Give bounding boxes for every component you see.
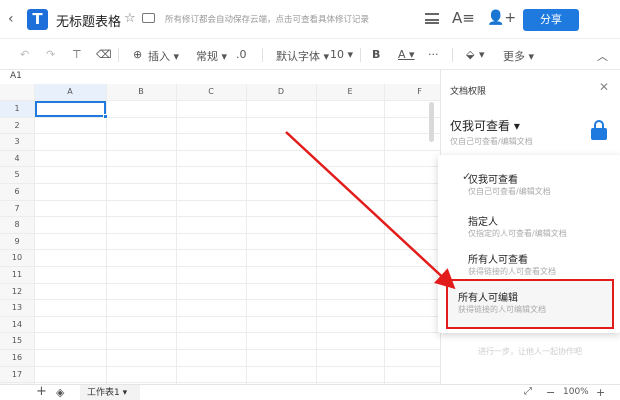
row-header[interactable]: 10 <box>0 250 34 267</box>
row-header[interactable]: 9 <box>0 234 34 251</box>
option-desc: 获得链接的人可查看文档 <box>468 267 556 276</box>
more-menu[interactable]: 更多 ▾ <box>503 48 534 64</box>
document-title[interactable]: 无标题表格 <box>56 11 121 30</box>
bottom-bar: + ◈ 工作表1 ▾ ⤢ − 100% + <box>0 384 620 400</box>
row-header[interactable]: 4 <box>0 151 34 168</box>
grid-lines <box>0 84 440 384</box>
decimal-button[interactable]: .0 <box>236 48 247 61</box>
fill-color-dropdown[interactable]: ▾ <box>479 48 485 61</box>
divider <box>118 48 119 62</box>
save-status-note[interactable]: 所有修订都会自动保存云端，点击可查看具体修订记录 <box>165 13 369 25</box>
font-size-select[interactable]: 10 ▾ <box>330 48 353 61</box>
check-icon: ✓ <box>462 170 472 183</box>
fill-handle[interactable] <box>103 114 108 119</box>
option-label: 仅我可查看 <box>468 175 518 186</box>
divider <box>452 48 453 62</box>
column-header-f[interactable]: F <box>384 84 440 100</box>
option-label: 所有人可查看 <box>468 255 528 266</box>
add-sheet-icon[interactable]: + <box>36 384 47 399</box>
close-icon[interactable]: ✕ <box>599 80 609 94</box>
undo-icon[interactable]: ↶ <box>20 48 29 61</box>
row-header[interactable]: 6 <box>0 184 34 201</box>
column-header-e[interactable]: E <box>316 84 384 100</box>
menu-icon[interactable] <box>425 13 439 24</box>
collaboration-hint: 进行一步，让他人一起协作吧 <box>478 347 582 356</box>
row-header[interactable]: 12 <box>0 284 34 301</box>
column-header-c[interactable]: C <box>176 84 246 100</box>
sheet-tab[interactable]: 工作表1 ▾ <box>80 385 140 400</box>
current-permission-select[interactable]: 仅我可查看 ▾ <box>450 117 520 134</box>
row-header[interactable]: 11 <box>0 267 34 284</box>
option-specified-people[interactable]: 指定人 仅指定的人可查看/编辑文档 <box>438 213 620 253</box>
option-desc: 仅自己可查看/编辑文档 <box>468 187 551 196</box>
column-header-d[interactable]: D <box>246 84 316 100</box>
title-bar: ‹ T 无标题表格 ☆ 所有修订都会自动保存云端，点击可查看具体修订记录 A≡ … <box>0 0 620 38</box>
share-button[interactable]: 分享 <box>523 9 579 31</box>
lock-icon <box>591 120 607 140</box>
toolbar: ↶ ↷ ⊤ ⌫ ⊕ 插入 ▾ 常规 ▾ .0 默认字体 ▾ 10 ▾ B A ▾… <box>0 38 620 70</box>
zoom-in-button[interactable]: + <box>596 386 605 399</box>
row-header[interactable]: 15 <box>0 333 34 350</box>
insert-menu[interactable]: 插入 ▾ <box>148 48 179 64</box>
format-painter-icon[interactable]: ⊤ <box>72 48 82 61</box>
bold-button[interactable]: B <box>372 48 380 61</box>
spreadsheet-grid[interactable]: ABCDEF 123456789101112131415161718 <box>0 84 440 384</box>
app-logo-icon: T <box>27 9 48 30</box>
more-options-icon[interactable]: ··· <box>428 48 439 61</box>
option-desc: 仅指定的人可查看/编辑文档 <box>468 229 567 238</box>
selected-cell[interactable] <box>35 101 106 117</box>
sheets-list-icon[interactable]: ◈ <box>56 386 64 399</box>
row-header[interactable]: 17 <box>0 367 34 384</box>
zoom-level: 100% <box>563 387 589 397</box>
column-header-b[interactable]: B <box>106 84 176 100</box>
font-color-button[interactable]: A ▾ <box>398 48 415 61</box>
divider <box>360 48 361 62</box>
fullscreen-icon[interactable]: ⤢ <box>524 386 532 397</box>
row-header[interactable]: 7 <box>0 201 34 218</box>
number-format-menu[interactable]: 常规 ▾ <box>196 48 227 64</box>
cell-reference[interactable]: A1 <box>10 71 22 81</box>
row-header[interactable]: 13 <box>0 300 34 317</box>
divider <box>262 48 263 62</box>
star-icon[interactable]: ☆ <box>124 11 136 26</box>
redo-icon[interactable]: ↷ <box>46 48 55 61</box>
option-anyone-edit[interactable]: 所有人可编辑 获得链接的人可编辑文档 <box>446 279 614 329</box>
collapse-toolbar-icon[interactable]: ︿ <box>597 48 608 64</box>
add-collaborator-icon[interactable]: 👤+ <box>487 10 516 26</box>
row-header[interactable]: 3 <box>0 134 34 151</box>
row-header[interactable]: 5 <box>0 167 34 184</box>
text-format-icon[interactable]: A≡ <box>452 9 475 27</box>
eraser-icon[interactable]: ⌫ <box>96 48 112 61</box>
current-permission-desc: 仅自己可查看/编辑文档 <box>450 137 533 146</box>
option-label: 所有人可编辑 <box>458 293 518 304</box>
row-header[interactable]: 14 <box>0 317 34 334</box>
add-icon[interactable]: ⊕ <box>133 48 142 61</box>
option-desc: 获得链接的人可编辑文档 <box>458 305 546 314</box>
vertical-scrollbar[interactable] <box>429 102 434 142</box>
option-label: 指定人 <box>468 217 498 228</box>
fill-color-icon[interactable]: ⬙ <box>466 48 474 61</box>
column-header-a[interactable]: A <box>34 84 106 100</box>
folder-icon[interactable] <box>142 13 155 23</box>
row-header[interactable]: 8 <box>0 217 34 234</box>
row-header[interactable]: 16 <box>0 350 34 367</box>
formula-bar: A1 <box>0 70 440 84</box>
spreadsheet-app: ‹ T 无标题表格 ☆ 所有修订都会自动保存云端，点击可查看具体修订记录 A≡ … <box>0 0 620 400</box>
panel-title: 文档权限 <box>450 87 487 97</box>
row-header[interactable]: 2 <box>0 118 34 135</box>
font-family-select[interactable]: 默认字体 ▾ <box>276 48 329 64</box>
row-header[interactable]: 1 <box>0 101 34 118</box>
zoom-out-button[interactable]: − <box>546 386 555 399</box>
back-icon[interactable]: ‹ <box>8 11 14 27</box>
